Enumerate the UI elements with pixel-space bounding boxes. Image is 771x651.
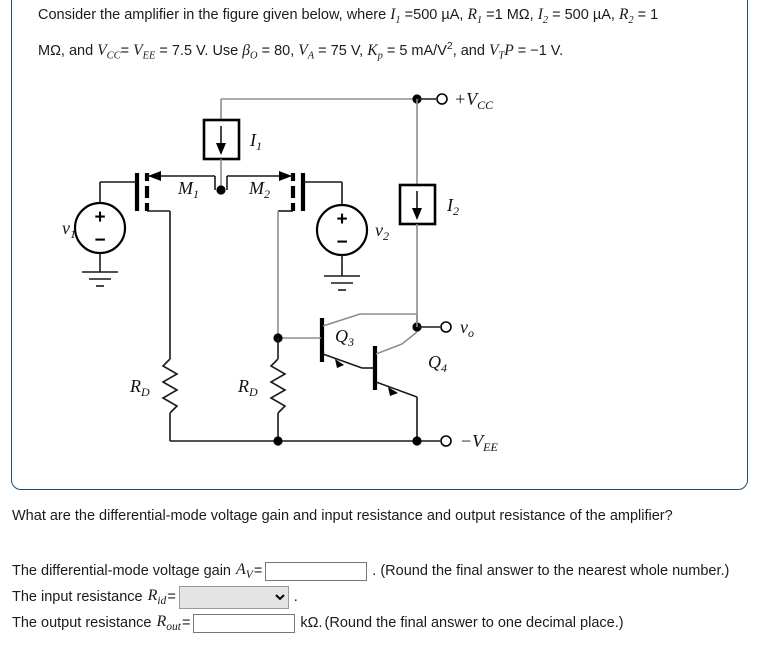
page-root: Consider the amplifier in the figure giv… bbox=[0, 0, 771, 651]
input-resistance-trailing: . bbox=[293, 589, 298, 605]
value-Kp-tail: , and bbox=[452, 42, 485, 59]
label-rd-right: RD bbox=[237, 376, 258, 399]
node-bottom-mid bbox=[273, 436, 283, 446]
prompt-lead: Consider the amplifier in the figure giv… bbox=[38, 7, 387, 23]
input-resistance-symbol: Rid bbox=[147, 586, 167, 608]
label-q3: Q3 bbox=[335, 326, 354, 349]
label-vo: vo bbox=[460, 317, 474, 340]
i1-arrow-head bbox=[216, 143, 226, 155]
terminal-vcc bbox=[436, 93, 448, 105]
label-q4: Q4 bbox=[428, 352, 447, 375]
label-m1: M1 bbox=[177, 178, 199, 201]
output-resistance-unit: kΩ. bbox=[300, 615, 323, 631]
label-vcc: +VCC bbox=[454, 89, 494, 112]
output-resistance-label: The output resistance bbox=[12, 615, 152, 631]
input-resistance-label: The input resistance bbox=[12, 589, 143, 605]
symbol-VA-sub: A bbox=[307, 50, 315, 62]
answer-row-input-resistance: The input resistance Rid = . bbox=[12, 584, 729, 610]
value-I2: = 500 µA, bbox=[552, 7, 615, 23]
value-VEE: = 7.5 V. Use bbox=[159, 42, 239, 59]
symbol-R1: R bbox=[467, 6, 477, 23]
output-resistance-trailing-note: (Round the final answer to one decimal p… bbox=[324, 615, 624, 631]
resistor-rd-left bbox=[161, 358, 179, 414]
label-v2: v2 bbox=[375, 220, 389, 243]
output-resistance-input[interactable] bbox=[193, 613, 296, 633]
symbol-I1-sub: 1 bbox=[395, 14, 401, 26]
terminal-vo bbox=[440, 321, 452, 333]
terminal-vee bbox=[440, 435, 452, 447]
answer-row-gain: The differential-mode voltage gain AV = … bbox=[12, 558, 729, 584]
circuit-svg: .w { stroke:#1a1a1a; stroke-width:1.6; f… bbox=[62, 89, 498, 454]
m2-source-arrow bbox=[279, 171, 292, 181]
value-VTP: = −1 V. bbox=[517, 42, 564, 59]
symbol-VEE: V bbox=[133, 41, 143, 59]
answer-row-output-resistance: The output resistance Rout = kΩ. (Round … bbox=[12, 610, 729, 636]
output-resistance-symbol: Rout bbox=[156, 612, 181, 634]
circuit-diagram: .w { stroke:#1a1a1a; stroke-width:1.6; f… bbox=[30, 80, 720, 470]
symbol-VEE-sub: EE bbox=[142, 50, 156, 62]
symbol-VTP-p: P bbox=[504, 41, 514, 59]
symbol-R1-sub: 1 bbox=[476, 14, 483, 26]
v2-plus-sign: + bbox=[336, 209, 347, 230]
gain-equals: = bbox=[253, 563, 263, 579]
value-beta: = 80, bbox=[261, 42, 295, 59]
v1-minus-sign: − bbox=[94, 230, 105, 251]
symbol-VA: V bbox=[298, 41, 308, 59]
wire-q3-collector bbox=[322, 313, 361, 327]
symbol-VCC-sub: CC bbox=[106, 50, 121, 62]
followup-question: What are the differential-mode voltage g… bbox=[12, 508, 673, 524]
m1-source-arrow bbox=[148, 171, 161, 181]
gain-trailing-note: . (Round the final answer to the nearest… bbox=[372, 563, 730, 579]
i2-arrow-head bbox=[412, 208, 422, 220]
wire-q3-emitter bbox=[322, 353, 363, 369]
answer-section: The differential-mode voltage gain AV = … bbox=[12, 558, 729, 636]
value-R1: =1 MΩ, bbox=[486, 7, 534, 23]
node-sources-common bbox=[216, 185, 226, 195]
wire-q4-emitter bbox=[375, 381, 418, 398]
symbol-beta: β bbox=[242, 41, 251, 59]
symbol-I2-sub: 2 bbox=[542, 14, 549, 26]
label-rd-left: RD bbox=[129, 376, 150, 399]
input-resistance-equals: = bbox=[167, 589, 176, 605]
label-m2: M2 bbox=[248, 178, 270, 201]
value-VA: = 75 V, bbox=[318, 42, 364, 59]
label-v1: v1 bbox=[62, 218, 76, 241]
symbol-R2-sub: 2 bbox=[628, 14, 634, 26]
gain-input[interactable] bbox=[265, 561, 368, 581]
input-resistance-select[interactable] bbox=[178, 585, 289, 609]
symbol-Kp: K bbox=[367, 41, 378, 59]
output-resistance-equals: = bbox=[181, 615, 191, 631]
symbol-beta-sub: O bbox=[250, 50, 258, 62]
label-vee: −VEE bbox=[460, 431, 498, 454]
equals-1: = bbox=[120, 42, 130, 59]
gain-symbol: AV bbox=[235, 560, 253, 582]
node-vee bbox=[412, 436, 422, 446]
symbol-R2: R bbox=[618, 6, 629, 23]
v2-minus-sign: − bbox=[336, 232, 347, 253]
v1-plus-sign: + bbox=[94, 207, 105, 228]
wire-q4-collector-up bbox=[401, 331, 418, 345]
value-Kp: = 5 mA/V bbox=[386, 42, 447, 59]
symbol-Kp-sub: p bbox=[377, 50, 383, 62]
symbol-VCC: V bbox=[97, 41, 107, 59]
value-I1: =500 µA, bbox=[404, 7, 464, 23]
label-i1: I1 bbox=[249, 130, 262, 153]
resistor-rd-right bbox=[269, 358, 287, 414]
problem-statement: Consider the amplifier in the figure giv… bbox=[38, 2, 688, 70]
gain-label: The differential-mode voltage gain bbox=[12, 563, 231, 579]
label-i2: I2 bbox=[446, 195, 459, 218]
wire-q4-collector bbox=[375, 343, 403, 355]
